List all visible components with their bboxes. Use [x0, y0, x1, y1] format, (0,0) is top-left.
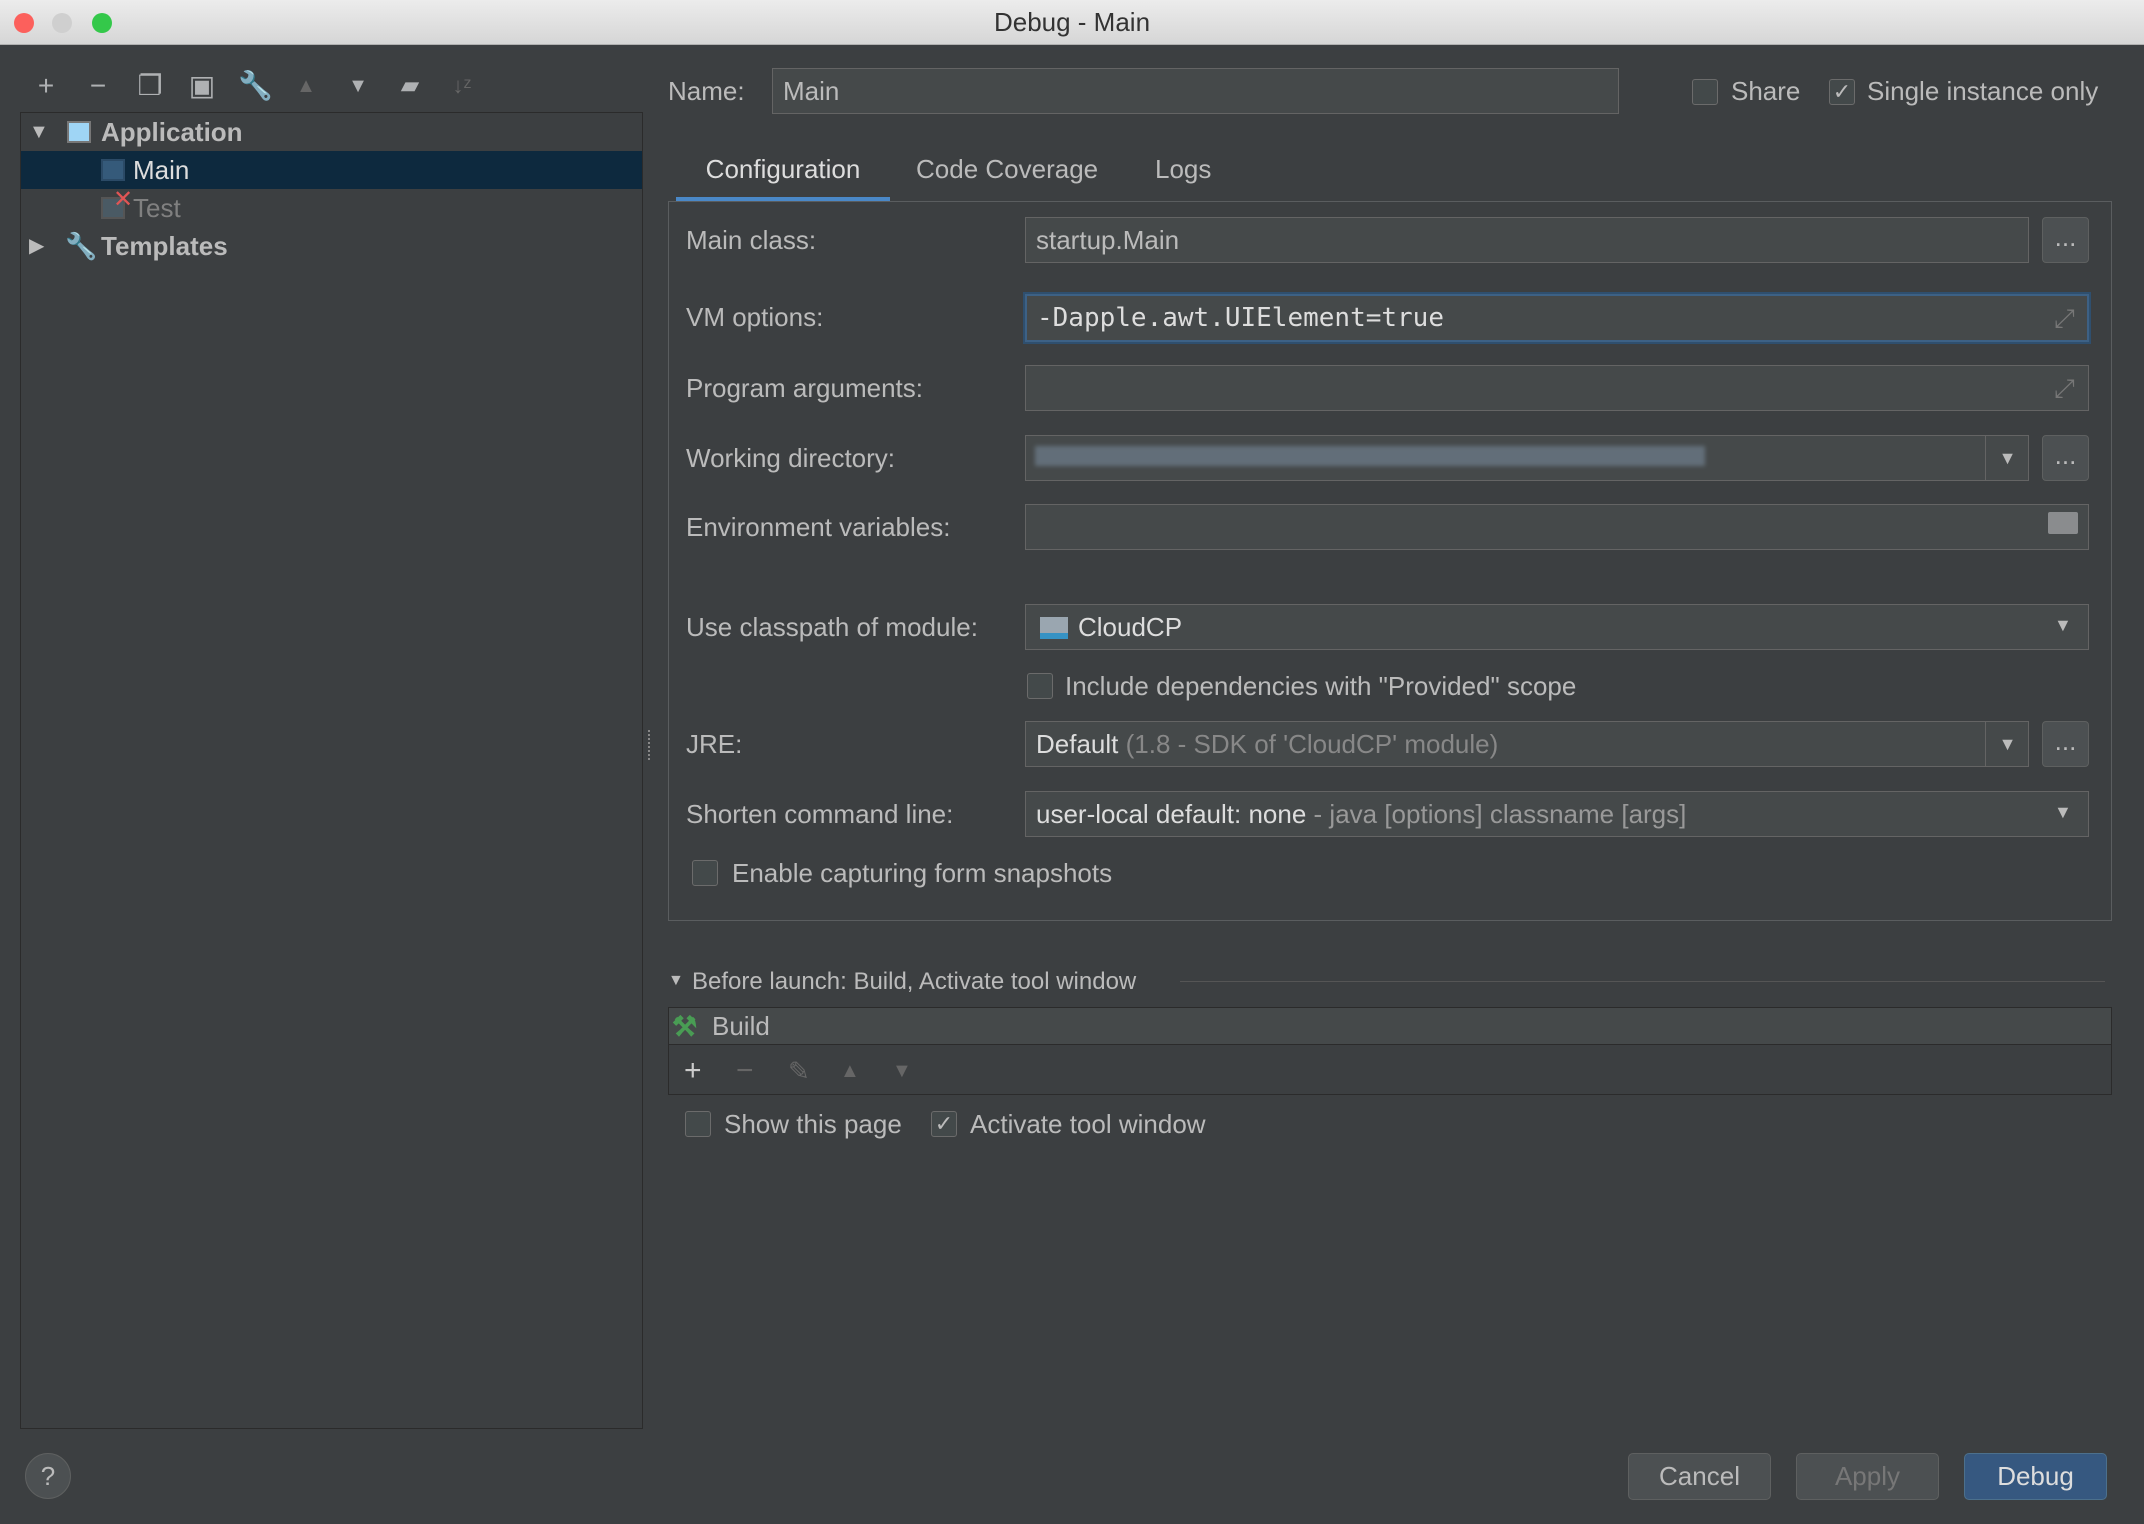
jre-hint: (1.8 - SDK of 'CloudCP' module): [1125, 729, 1499, 759]
new-folder-icon[interactable]: ▰: [394, 70, 426, 102]
shorten-command-line-select[interactable]: user-local default: none - java [options…: [1025, 791, 2089, 837]
tab-label: Code Coverage: [916, 154, 1099, 184]
expand-arrow-icon[interactable]: ▼: [29, 113, 49, 151]
before-launch-title[interactable]: Before launch: Build, Activate tool wind…: [692, 966, 1136, 998]
list-item-build[interactable]: [669, 1008, 2111, 1045]
shorten-hint: - java [options] classname [args]: [1313, 799, 1687, 829]
include-dependencies-checkbox[interactable]: [1027, 673, 1053, 699]
jre-browse-button[interactable]: ...: [2042, 721, 2089, 767]
jre-label: JRE:: [686, 729, 743, 759]
window-title: Debug - Main: [993, 7, 1151, 37]
add-task-icon[interactable]: +: [684, 1054, 702, 1088]
working-directory-browse-button[interactable]: ...: [2042, 435, 2089, 481]
show-page-checkbox[interactable]: [685, 1111, 711, 1137]
activate-tool-window-checkbox[interactable]: ✓: [931, 1111, 957, 1137]
wrench-icon: 🔧: [65, 231, 98, 261]
dropdown-arrow-icon[interactable]: ▼: [2054, 802, 2072, 823]
expand-icon[interactable]: ⤢: [2054, 303, 2075, 335]
tree-label: Main: [133, 155, 190, 185]
zoom-window-button[interactable]: [92, 13, 112, 33]
name-input[interactable]: Main: [772, 68, 1619, 114]
move-up-icon[interactable]: ▲: [840, 1060, 860, 1083]
vm-options-input[interactable]: -Dapple.awt.UIElement=true: [1025, 294, 2089, 342]
single-instance-checkbox[interactable]: ✓: [1829, 79, 1855, 105]
dropdown-arrow-icon[interactable]: ▼: [1985, 435, 2029, 481]
tab-logs[interactable]: Logs: [1155, 148, 1211, 190]
share-checkbox[interactable]: [1692, 79, 1718, 105]
collapse-arrow-icon[interactable]: ▶: [29, 227, 44, 265]
move-down-icon[interactable]: ▼: [342, 70, 374, 102]
dropdown-arrow-icon[interactable]: ▼: [2054, 615, 2072, 636]
include-dependencies-label: Include dependencies with "Provided" sco…: [1065, 671, 1577, 701]
tree-label: Application: [101, 117, 243, 147]
move-up-icon[interactable]: ▲: [290, 70, 322, 102]
debug-button[interactable]: Debug: [1964, 1453, 2107, 1500]
tree-label: Templates: [101, 231, 228, 261]
sort-icon[interactable]: ↓ᶻ: [446, 70, 478, 102]
shorten-command-line-label: Shorten command line:: [686, 799, 954, 829]
working-directory-label: Working directory:: [686, 443, 896, 473]
tree-item-application[interactable]: ▼ Application: [21, 113, 642, 151]
splitter-handle[interactable]: [648, 730, 652, 760]
build-label: Build: [712, 1011, 770, 1041]
tab-configuration[interactable]: Configuration: [676, 148, 890, 201]
share-label: Share: [1731, 76, 1801, 106]
help-button[interactable]: ?: [25, 1453, 71, 1499]
main-class-input[interactable]: startup.Main: [1025, 217, 2029, 263]
collapse-arrow-icon[interactable]: ▼: [668, 972, 684, 990]
redacted-path: [1035, 446, 1705, 466]
jre-value: Default: [1036, 729, 1119, 759]
main-class-browse-button[interactable]: ...: [2042, 217, 2089, 263]
close-window-button[interactable]: [14, 13, 34, 33]
build-hammer-icon: ⚒: [672, 1011, 698, 1042]
classpath-module-label: Use classpath of module:: [686, 612, 978, 642]
activate-tool-window-label: Activate tool window: [970, 1109, 1206, 1139]
environment-variables-input[interactable]: [1025, 504, 2089, 550]
shorten-value: user-local default: none: [1036, 799, 1307, 829]
show-page-label: Show this page: [724, 1109, 902, 1139]
edit-task-icon[interactable]: ✎: [788, 1056, 810, 1087]
name-label: Name:: [668, 76, 745, 106]
run-config-icon: [101, 159, 125, 181]
folder-icon[interactable]: [2048, 512, 2078, 534]
program-arguments-label: Program arguments:: [686, 373, 923, 403]
copy-icon[interactable]: ❐: [134, 70, 166, 102]
tree-item-test[interactable]: ✕ Test: [21, 186, 642, 227]
tab-label: Configuration: [705, 154, 861, 184]
environment-variables-label: Environment variables:: [686, 512, 951, 542]
error-icon: ✕: [113, 186, 134, 213]
save-icon[interactable]: ▣: [186, 70, 218, 102]
tab-code-coverage[interactable]: Code Coverage: [916, 148, 1098, 190]
move-down-icon[interactable]: ▼: [892, 1060, 912, 1083]
application-icon: [67, 121, 91, 143]
separator: [1180, 981, 2105, 982]
module-value: CloudCP: [1078, 612, 1183, 642]
expand-icon[interactable]: ⤢: [2054, 373, 2075, 405]
tree-label: Test: [133, 193, 181, 223]
enable-snapshots-checkbox[interactable]: [692, 860, 718, 886]
remove-task-icon[interactable]: −: [736, 1054, 754, 1088]
remove-icon[interactable]: −: [82, 70, 114, 102]
cancel-button[interactable]: Cancel: [1628, 1453, 1771, 1500]
vm-options-label: VM options:: [686, 302, 824, 332]
single-instance-label: Single instance only: [1867, 76, 2099, 106]
module-folder-icon: [1040, 617, 1068, 639]
main-class-label: Main class:: [686, 225, 817, 255]
classpath-module-select[interactable]: CloudCP: [1025, 604, 2089, 650]
tab-label: Logs: [1155, 154, 1212, 184]
tree-item-templates[interactable]: ▶ 🔧 Templates: [21, 227, 642, 265]
program-arguments-input[interactable]: [1025, 365, 2089, 411]
jre-select[interactable]: Default (1.8 - SDK of 'CloudCP' module): [1025, 721, 2029, 767]
enable-snapshots-label: Enable capturing form snapshots: [732, 858, 1113, 888]
dropdown-arrow-icon[interactable]: ▼: [1985, 721, 2029, 767]
config-tree[interactable]: ▼ Application Main ✕ Test ▶ 🔧 Templates: [20, 112, 643, 1429]
title-bar: Debug - Main: [0, 0, 2144, 45]
add-icon[interactable]: +: [30, 70, 62, 102]
apply-button[interactable]: Apply: [1796, 1453, 1939, 1500]
minimize-window-button[interactable]: [52, 13, 72, 33]
wrench-icon[interactable]: 🔧: [238, 70, 273, 102]
